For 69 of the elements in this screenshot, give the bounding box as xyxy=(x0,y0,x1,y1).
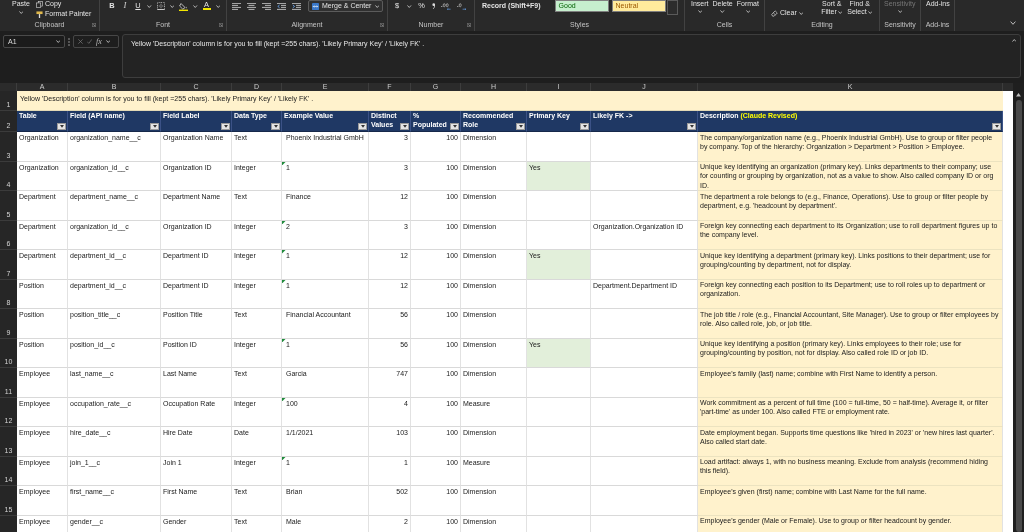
caret-icon xyxy=(867,10,873,14)
paintbrush-icon xyxy=(36,10,43,18)
corner-triangle-icon xyxy=(282,456,286,460)
align-left-icon[interactable] xyxy=(232,2,241,10)
filter-button[interactable] xyxy=(150,123,159,130)
filter-button[interactable] xyxy=(221,123,230,130)
paint-bucket-icon[interactable] xyxy=(179,1,188,11)
launcher-icon[interactable] xyxy=(380,22,384,27)
filter-button[interactable] xyxy=(580,123,589,130)
corner-triangle-icon xyxy=(282,161,286,165)
caret-icon[interactable] xyxy=(1010,21,1016,25)
caret-icon xyxy=(360,125,365,128)
filter-button[interactable] xyxy=(687,123,696,130)
merge-icon xyxy=(312,2,319,10)
launcher-icon[interactable] xyxy=(467,22,471,27)
check-icon[interactable] xyxy=(87,39,92,44)
increase-indent-icon[interactable] xyxy=(292,2,301,10)
corner-triangle-icon xyxy=(282,220,286,224)
corner-triangle-icon xyxy=(282,338,286,342)
launcher-icon[interactable] xyxy=(219,22,223,27)
caret-icon[interactable] xyxy=(147,4,152,8)
caret-icon xyxy=(374,4,379,8)
caret-icon xyxy=(223,125,228,128)
corner-triangle-icon xyxy=(282,279,286,283)
caret-icon xyxy=(152,125,157,128)
launcher-icon[interactable] xyxy=(92,22,96,27)
insert-function-button[interactable]: fx xyxy=(96,37,102,46)
filter-button[interactable] xyxy=(57,123,66,130)
caret-icon[interactable] xyxy=(407,4,412,8)
filter-button[interactable] xyxy=(400,123,409,130)
caret-icon xyxy=(452,125,457,128)
align-right-icon[interactable] xyxy=(262,2,271,10)
caret-icon[interactable] xyxy=(193,4,198,8)
caret-icon xyxy=(798,11,804,15)
caret-icon[interactable] xyxy=(215,4,220,8)
caret-icon xyxy=(402,125,407,128)
caret-icon[interactable] xyxy=(105,40,111,43)
cross-icon[interactable] xyxy=(78,39,83,44)
corner-triangle-icon xyxy=(282,397,286,401)
decrease-decimal-icon[interactable] xyxy=(457,2,467,10)
caret-icon xyxy=(273,125,278,128)
up-arrow-icon[interactable] xyxy=(1016,93,1021,97)
eraser-icon xyxy=(771,9,778,17)
decrease-indent-icon[interactable] xyxy=(277,2,286,10)
caret-icon xyxy=(837,10,843,14)
caret-icon[interactable] xyxy=(1011,39,1016,42)
filter-button[interactable] xyxy=(992,123,1001,130)
caret-icon[interactable] xyxy=(169,4,174,8)
caret-icon xyxy=(55,40,60,43)
filter-button[interactable] xyxy=(450,123,459,130)
caret-icon xyxy=(897,10,902,13)
filter-button[interactable] xyxy=(358,123,367,130)
comma-icon[interactable] xyxy=(431,3,435,9)
align-center-icon[interactable] xyxy=(247,2,256,10)
increase-decimal-icon[interactable] xyxy=(441,2,451,10)
caret-icon xyxy=(18,11,24,14)
caret-icon xyxy=(697,10,702,13)
caret-icon xyxy=(994,125,999,128)
caret-icon xyxy=(518,125,523,128)
filter-button[interactable] xyxy=(271,123,280,130)
caret-icon xyxy=(720,10,725,13)
caret-icon xyxy=(582,125,587,128)
caret-icon xyxy=(745,10,751,13)
caret-icon xyxy=(59,125,64,128)
corner-triangle-icon xyxy=(282,250,286,254)
borders-icon[interactable] xyxy=(156,2,165,10)
scrollbar-thumb[interactable] xyxy=(1015,99,1022,532)
caret-icon xyxy=(689,125,694,128)
filter-button[interactable] xyxy=(516,123,525,130)
